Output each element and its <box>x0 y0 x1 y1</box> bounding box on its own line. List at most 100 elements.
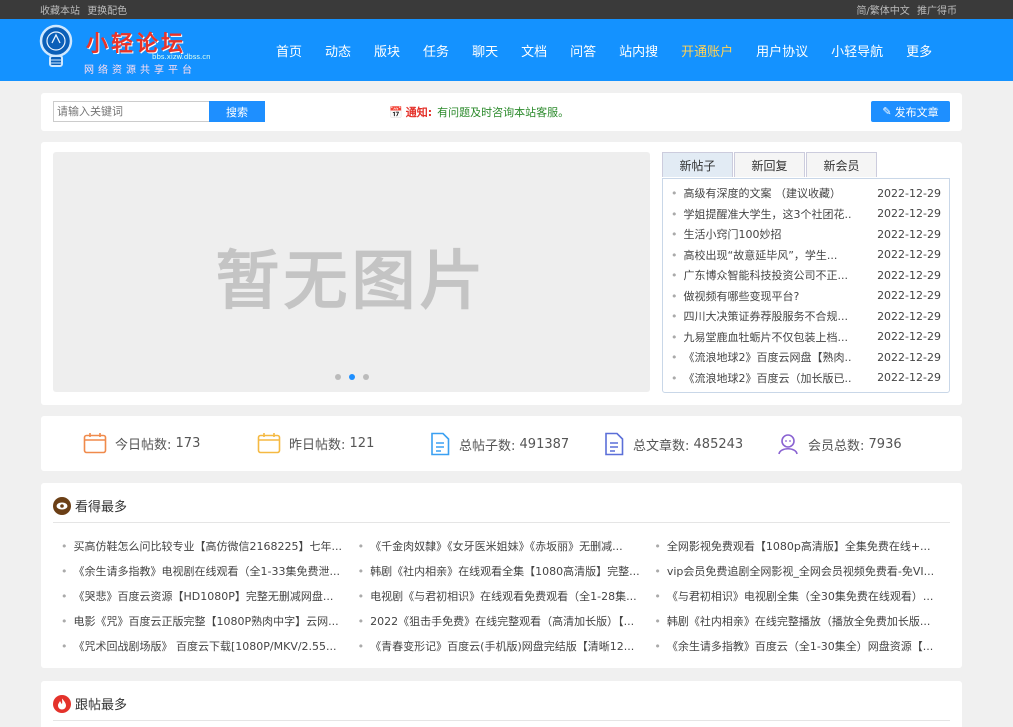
list-item[interactable]: 全网影视免费观看【1080p高清版】全集免费在线+... <box>654 538 951 554</box>
notice-banner: 📅 通知: 有问题及时咨询本站客服。 <box>389 104 569 120</box>
list-item[interactable]: 《哭悲》百度云资源【HD1080P】完整无删减网盘... <box>61 588 358 604</box>
list-item[interactable]: 《余生请多指教》电视剧在线观看（全1-33集免费泄... <box>61 563 358 579</box>
fire-icon <box>53 694 71 713</box>
grid-row: 电影《咒》百度云正版完整【1080P熟肉中字】云网... 2022《狙击手免费》… <box>61 608 951 633</box>
stat-label: 总帖子数: <box>459 438 516 454</box>
image-carousel[interactable]: 暂无图片 <box>53 152 650 392</box>
list-item[interactable]: 生活小窍门100妙招 2022-12-29 <box>663 224 949 245</box>
eye-icon <box>53 496 71 515</box>
list-item[interactable]: 买高仿鞋怎么问比较专业【高仿微信2168225】七年... <box>61 538 358 554</box>
post-date: 2022-12-29 <box>877 186 941 200</box>
most-replied-card: 跟帖最多 <box>41 681 962 727</box>
stat-total-members: 会员总数: 7936 <box>776 432 902 456</box>
post-date: 2022-12-29 <box>877 248 941 262</box>
bookmark-site-link[interactable]: 收藏本站 <box>40 6 80 17</box>
nav-guide[interactable]: 小轻导航 <box>821 41 893 60</box>
list-item[interactable]: 《余生请多指教》百度云（全1-30集全）网盘资源【... <box>654 638 951 654</box>
stat-value: 173 <box>175 435 201 451</box>
most-viewed-grid: 买高仿鞋怎么问比较专业【高仿微信2168225】七年... 《千金肉奴隸》《女牙… <box>61 533 951 658</box>
stat-total-articles: 总文章数: 485243 <box>603 432 743 456</box>
stat-label: 今日帖数: <box>115 437 172 453</box>
post-title[interactable]: 高校出现“故意延毕风”，学生... <box>671 247 851 263</box>
referral-link[interactable]: 推广得币 <box>917 6 957 17</box>
nav-qa[interactable]: 问答 <box>560 41 606 60</box>
nav-more[interactable]: 更多 <box>896 41 942 60</box>
site-logo[interactable]: 小轻论坛 bbs.xizw.dbss.cn 网络资源共享平台 <box>38 23 211 77</box>
nav-open-account[interactable]: 开通账户 <box>671 41 743 60</box>
post-date: 2022-12-29 <box>877 371 941 385</box>
list-item[interactable]: 韩剧《社内相亲》在线观看全集【1080高清版】完整... <box>358 563 655 579</box>
list-item[interactable]: 高校出现“故意延毕风”，学生... 2022-12-29 <box>663 245 949 266</box>
top-utility-bar: 收藏本站 更换配色 简/繁体中文 推广得币 <box>0 0 1013 19</box>
language-switch-link[interactable]: 简/繁体中文 <box>856 6 909 17</box>
carousel-dot-2[interactable] <box>349 374 355 380</box>
nav-chat[interactable]: 聊天 <box>462 41 508 60</box>
post-title[interactable]: 生活小窍门100妙招 <box>671 226 851 242</box>
nav-site-search[interactable]: 站内搜 <box>609 41 668 60</box>
list-item[interactable]: 学姐提醒准大学生，这3个社团花... 2022-12-29 <box>663 204 949 225</box>
search-input[interactable] <box>53 101 210 122</box>
stat-value: 121 <box>349 435 375 451</box>
list-item[interactable]: 电视剧《与君初相识》在线观看免费观看（全1-28集... <box>358 588 655 604</box>
carousel-dot-3[interactable] <box>363 374 369 380</box>
stat-value: 485243 <box>693 436 744 452</box>
post-title[interactable]: 九易堂鹿血牡蛎片不仅包装上档... <box>671 329 851 345</box>
post-tabs: 新帖子 新回复 新会员 <box>662 152 878 177</box>
nav-docs[interactable]: 文档 <box>511 41 557 60</box>
list-item[interactable]: 《千金肉奴隸》《女牙医米姐妹》《赤坂丽》无删减... <box>358 538 655 554</box>
most-viewed-card: 看得最多 买高仿鞋怎么问比较专业【高仿微信2168225】七年... 《千金肉奴… <box>41 483 962 668</box>
tab-new-posts[interactable]: 新帖子 <box>662 152 733 177</box>
nav-boards[interactable]: 版块 <box>364 41 410 60</box>
post-date: 2022-12-29 <box>877 330 941 344</box>
post-title[interactable]: 学姐提醒准大学生，这3个社团花... <box>671 206 852 222</box>
list-item[interactable]: 广东博众智能科技投资公司不正... 2022-12-29 <box>663 265 949 286</box>
search-button[interactable]: 搜索 <box>209 101 265 122</box>
tab-new-members[interactable]: 新会员 <box>806 152 877 177</box>
section-title: 跟帖最多 <box>53 694 127 713</box>
carousel-dot-1[interactable] <box>335 374 341 380</box>
topbar-left: 收藏本站 更换配色 <box>40 2 131 17</box>
post-title[interactable]: 四川大决策证券荐股服务不合规... <box>671 308 851 324</box>
site-header: 小轻论坛 bbs.xizw.dbss.cn 网络资源共享平台 首页 动态 版块 … <box>0 19 1013 81</box>
list-item[interactable]: 韩剧《社内相亲》在线完整播放（播放全免费加长版... <box>654 613 951 629</box>
list-item[interactable]: 做视频有哪些变现平台? 2022-12-29 <box>663 286 949 307</box>
list-item[interactable]: 高级有深度的文案 （建议收藏） 2022-12-29 <box>663 183 949 204</box>
article-icon <box>605 432 624 456</box>
list-item[interactable]: 《与君初相识》电视剧全集（全30集免费在线观看）... <box>654 588 951 604</box>
post-title[interactable]: 《流浪地球2》百度云（加长版已... <box>671 370 852 386</box>
stat-yesterday-posts: 昨日帖数: 121 <box>257 432 374 454</box>
list-item[interactable]: 2022《狙击手免费》在线完整观看（高清加长版）【... <box>358 613 655 629</box>
nav-home[interactable]: 首页 <box>266 41 312 60</box>
publish-article-button[interactable]: ✎ 发布文章 <box>871 101 950 122</box>
post-title[interactable]: 《流浪地球2》百度云网盘【熟肉... <box>671 349 852 365</box>
change-theme-link[interactable]: 更换配色 <box>87 6 127 17</box>
list-item[interactable]: 九易堂鹿血牡蛎片不仅包装上档... 2022-12-29 <box>663 327 949 348</box>
post-title[interactable]: 广东博众智能科技投资公司不正... <box>671 267 851 283</box>
stat-total-posts: 总帖子数: 491387 <box>429 432 569 456</box>
carousel-dots <box>335 374 377 380</box>
new-posts-list: 高级有深度的文案 （建议收藏） 2022-12-29 学姐提醒准大学生，这3个社团… <box>662 178 950 393</box>
list-item[interactable]: 四川大决策证券荐股服务不合规... 2022-12-29 <box>663 306 949 327</box>
tab-new-replies[interactable]: 新回复 <box>734 152 805 177</box>
post-title[interactable]: 高级有深度的文案 （建议收藏） <box>671 185 851 201</box>
nav-activity[interactable]: 动态 <box>315 41 361 60</box>
lightbulb-logo-icon <box>39 24 73 67</box>
list-item[interactable]: 电影《咒》百度云正版完整【1080P熟肉中字】云网... <box>61 613 358 629</box>
nav-user-agreement[interactable]: 用户协议 <box>746 41 818 60</box>
section-divider <box>53 720 950 721</box>
list-item[interactable]: 《流浪地球2》百度云（加长版已... 2022-12-29 <box>663 368 949 389</box>
edit-icon: ✎ <box>882 105 892 118</box>
post-date: 2022-12-29 <box>877 350 941 364</box>
list-item[interactable]: 《咒术回战剧场版》 百度云下载[1080P/MKV/2.55... <box>61 638 358 654</box>
list-item[interactable]: vip会员免费追剧全网影视_全网会员视频免费看-免VI... <box>654 563 951 579</box>
post-title[interactable]: 做视频有哪些变现平台? <box>671 288 851 304</box>
calendar-yesterday-icon <box>257 433 281 454</box>
list-item[interactable]: 《青春变形记》百度云(手机版)网盘完结版【清晰12... <box>358 638 655 654</box>
logo-url: bbs.xizw.dbss.cn <box>152 53 211 61</box>
nav-tasks[interactable]: 任务 <box>413 41 459 60</box>
calendar-icon: 📅 <box>389 105 403 119</box>
list-item[interactable]: 《流浪地球2》百度云网盘【熟肉... 2022-12-29 <box>663 347 949 368</box>
post-date: 2022-12-29 <box>877 309 941 323</box>
grid-row: 《咒术回战剧场版》 百度云下载[1080P/MKV/2.55... 《青春变形记… <box>61 633 951 658</box>
publish-article-label: 发布文章 <box>894 105 939 119</box>
